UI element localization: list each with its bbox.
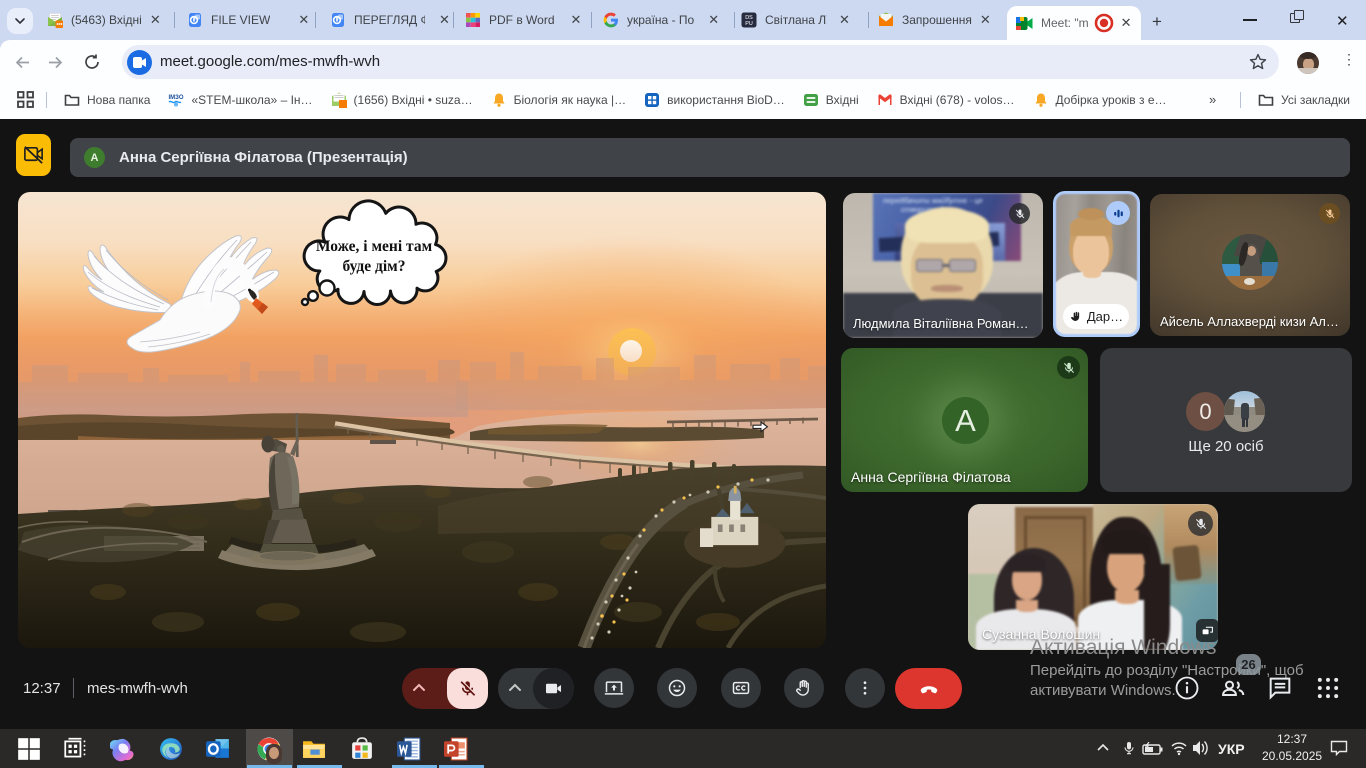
svg-text:PU: PU xyxy=(745,21,753,27)
svg-text:Може, і мені там: Може, і мені там xyxy=(316,238,433,255)
svg-text:ІМЗО: ІМЗО xyxy=(169,95,184,101)
svg-text:буде дім?: буде дім? xyxy=(343,258,406,275)
